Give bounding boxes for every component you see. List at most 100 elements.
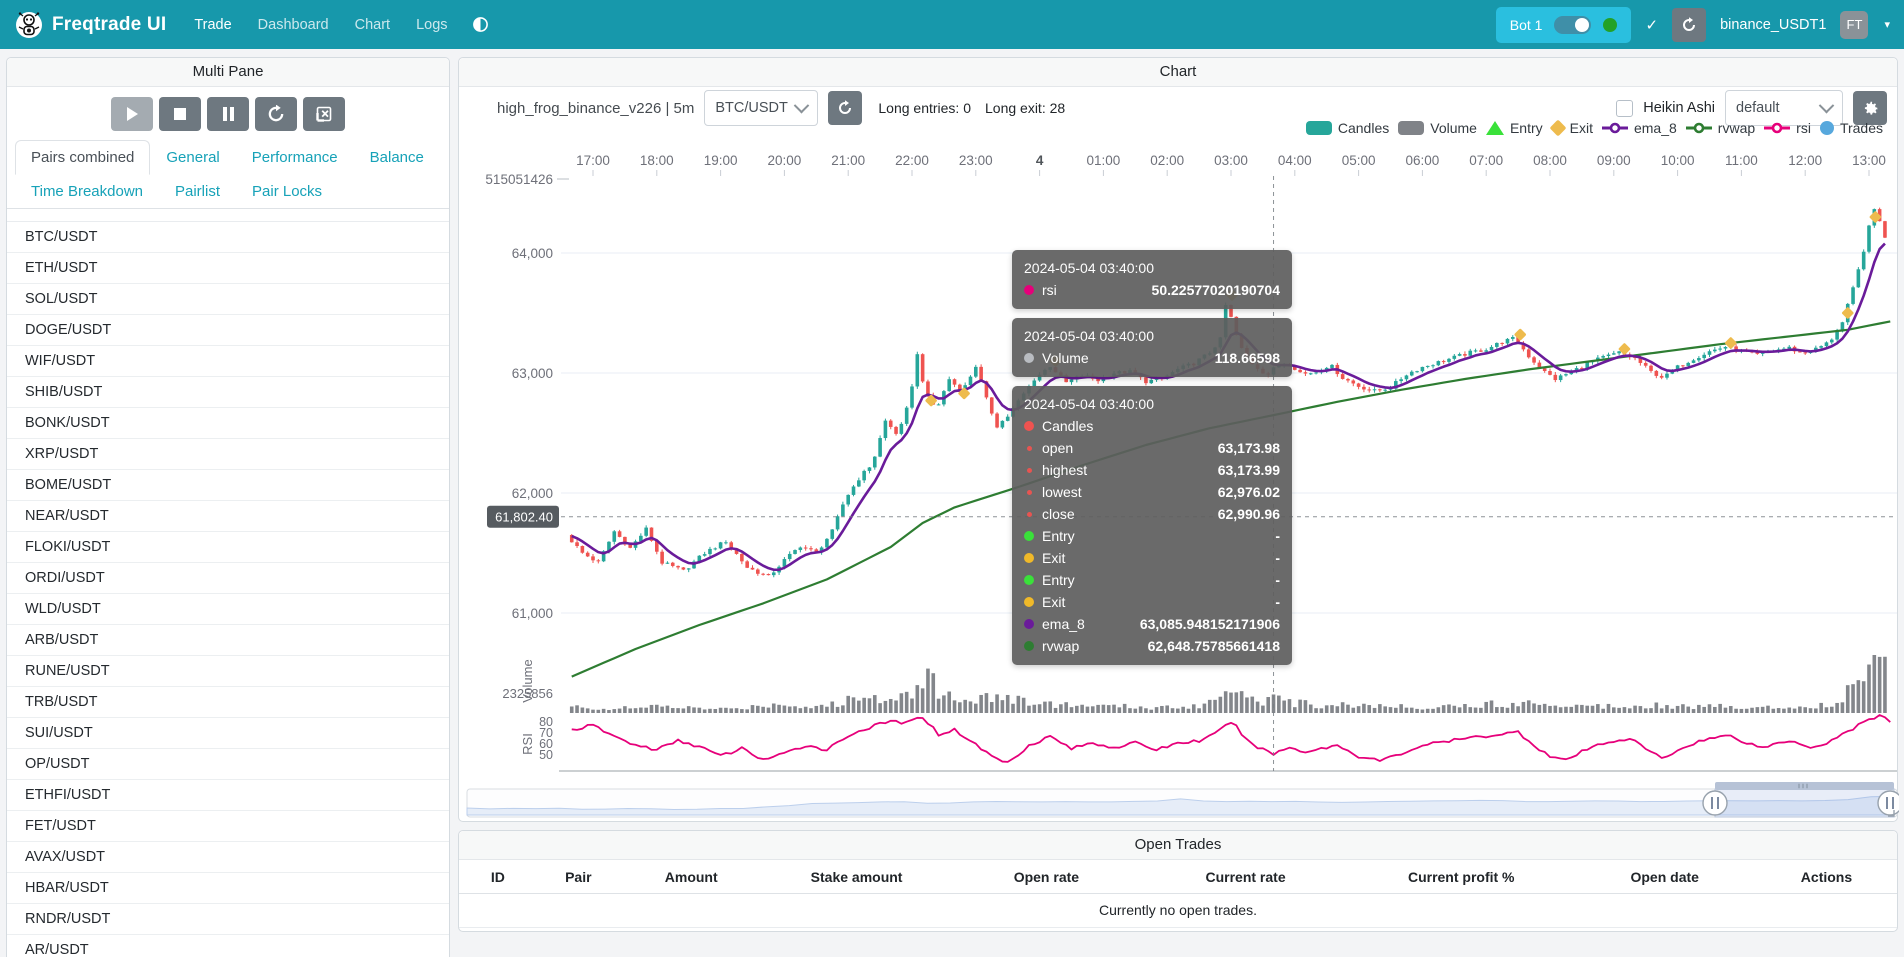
- tab-performance[interactable]: Performance: [236, 140, 354, 175]
- bot-toggle[interactable]: [1554, 16, 1591, 34]
- avatar-caret-icon[interactable]: ▾: [1884, 18, 1890, 31]
- plot-config-value: default: [1736, 100, 1780, 116]
- long-entries-count: Long entries: 0: [878, 100, 971, 116]
- pause-button[interactable]: [207, 97, 249, 131]
- pair-row-bome-usdt[interactable]: BOME/USDT: [7, 470, 449, 501]
- legend-item-candles[interactable]: Candles: [1306, 120, 1389, 136]
- nav-link-trade[interactable]: Trade: [194, 17, 231, 33]
- pair-row-near-usdt[interactable]: NEAR/USDT: [7, 501, 449, 532]
- legend-item-entry[interactable]: Entry: [1486, 120, 1543, 136]
- legend-item-volume[interactable]: Volume: [1398, 120, 1477, 136]
- freqtrade-robot-logo-icon: [14, 10, 44, 40]
- pair-row-shib-usdt[interactable]: SHIB/USDT: [7, 377, 449, 408]
- open-trades-title: Open Trades: [459, 831, 1897, 860]
- chart-panel-title: Chart: [459, 58, 1897, 87]
- play-button[interactable]: [111, 97, 153, 131]
- nav-link-logs[interactable]: Logs: [416, 17, 447, 33]
- svg-text:Volume: Volume: [520, 659, 535, 702]
- datazoom-left-handle[interactable]: [1703, 791, 1727, 815]
- pair-row-rune-usdt[interactable]: RUNE/USDT: [7, 656, 449, 687]
- legend-item-exit[interactable]: Exit: [1552, 120, 1593, 136]
- multi-pane-panel: Multi Pane Pairs combinedGeneralPerforma…: [6, 57, 450, 957]
- svg-text:04:00: 04:00: [1278, 153, 1312, 168]
- tab-time-breakdown[interactable]: Time Breakdown: [15, 174, 159, 209]
- pair-row-bonk-usdt[interactable]: BONK/USDT: [7, 408, 449, 439]
- pair-row-ethfi-usdt[interactable]: ETHFI/USDT: [7, 780, 449, 811]
- datazoom-right-handle[interactable]: [1878, 791, 1899, 815]
- svg-text:08:00: 08:00: [1533, 153, 1567, 168]
- chart-canvas[interactable]: 51505142664,00063,00062,00061,0002325856…: [459, 146, 1899, 823]
- pair-row-xrp-usdt[interactable]: XRP/USDT: [7, 439, 449, 470]
- pair-row-op-usdt[interactable]: OP/USDT: [7, 749, 449, 780]
- chevron-down-icon: [1819, 97, 1835, 113]
- bot-refresh-button[interactable]: [1672, 8, 1706, 42]
- pair-row-wif-usdt[interactable]: WIF/USDT: [7, 346, 449, 377]
- pair-row-ordi-usdt[interactable]: ORDI/USDT: [7, 563, 449, 594]
- column-header-open-date: Open date: [1573, 860, 1756, 893]
- brand[interactable]: Freqtrade UI: [14, 10, 166, 40]
- svg-text:12:00: 12:00: [1788, 153, 1822, 168]
- chart-panel: Chart high_frog_binance_v226 | 5m BTC/US…: [458, 57, 1898, 822]
- svg-text:01:00: 01:00: [1087, 153, 1121, 168]
- bot-label: Bot 1: [1510, 17, 1543, 33]
- reload-button[interactable]: [255, 97, 297, 131]
- pair-row-floki-usdt[interactable]: FLOKI/USDT: [7, 532, 449, 563]
- svg-text:63,000: 63,000: [512, 366, 553, 381]
- heikin-ashi-checkbox[interactable]: [1616, 100, 1633, 117]
- svg-text:4: 4: [1036, 153, 1044, 168]
- nav-link-dashboard[interactable]: Dashboard: [258, 17, 329, 33]
- stop-button[interactable]: [159, 97, 201, 131]
- legend-item-ema-8[interactable]: ema_8: [1602, 120, 1677, 136]
- bot-selector[interactable]: Bot 1: [1496, 7, 1632, 43]
- pair-row-trb-usdt[interactable]: TRB/USDT: [7, 687, 449, 718]
- pair-row-doge-usdt[interactable]: DOGE/USDT: [7, 315, 449, 346]
- pair-row-hbar-usdt[interactable]: HBAR/USDT: [7, 873, 449, 904]
- avatar[interactable]: FT: [1840, 11, 1868, 39]
- tab-pair-locks[interactable]: Pair Locks: [236, 174, 338, 209]
- strategy-timeframe-label: high_frog_binance_v226 | 5m: [497, 100, 694, 117]
- tab-balance[interactable]: Balance: [354, 140, 440, 175]
- svg-text:515051426: 515051426: [485, 172, 553, 187]
- chart-refresh-button[interactable]: [828, 91, 862, 125]
- forget-chart-icon: [315, 105, 333, 123]
- pair-row-fet-usdt[interactable]: FET/USDT: [7, 811, 449, 842]
- svg-text:23:00: 23:00: [959, 153, 993, 168]
- legend-item-rvwap[interactable]: rvwap: [1686, 120, 1755, 136]
- svg-text:05:00: 05:00: [1342, 153, 1376, 168]
- forget-chart-button[interactable]: [303, 97, 345, 131]
- pair-row-wld-usdt[interactable]: WLD/USDT: [7, 594, 449, 625]
- pair-row-eth-usdt[interactable]: ETH/USDT: [7, 253, 449, 284]
- theme-toggle-icon[interactable]: [472, 16, 489, 33]
- tab-pairlist[interactable]: Pairlist: [159, 174, 236, 209]
- pair-row-avax-usdt[interactable]: AVAX/USDT: [7, 842, 449, 873]
- pair-row-ar-usdt[interactable]: AR/USDT: [7, 935, 449, 957]
- tab-pairs-combined[interactable]: Pairs combined: [15, 140, 150, 175]
- bot-online-dot: [1603, 18, 1617, 32]
- svg-text:64,000: 64,000: [512, 246, 553, 261]
- open-trades-header-row: IDPairAmountStake amountOpen rateCurrent…: [459, 860, 1897, 894]
- legend-item-trades[interactable]: Trades: [1820, 120, 1883, 136]
- pause-icon: [223, 107, 234, 121]
- rvwap-legend-icon: [1686, 121, 1712, 135]
- column-header-amount: Amount: [620, 860, 762, 893]
- svg-text:RSI: RSI: [520, 733, 535, 755]
- pair-select-value: BTC/USDT: [715, 100, 788, 116]
- pair-row-sol-usdt[interactable]: SOL/USDT: [7, 284, 449, 315]
- svg-text:22:00: 22:00: [895, 153, 929, 168]
- pair-row-btc-usdt[interactable]: BTC/USDT: [7, 222, 449, 253]
- svg-text:02:00: 02:00: [1150, 153, 1184, 168]
- pair-row-rndr-usdt[interactable]: RNDR/USDT: [7, 904, 449, 935]
- volume-legend-icon: [1398, 121, 1424, 135]
- nav-link-chart[interactable]: Chart: [355, 17, 390, 33]
- pair-select[interactable]: BTC/USDT: [704, 90, 818, 126]
- svg-text:03:00: 03:00: [1214, 153, 1248, 168]
- legend-item-rsi[interactable]: rsi: [1764, 120, 1811, 136]
- column-header-actions: Actions: [1756, 860, 1897, 893]
- pair-row-arb-usdt[interactable]: ARB/USDT: [7, 625, 449, 656]
- exit-legend-icon: [1549, 120, 1566, 137]
- tab-general[interactable]: General: [150, 140, 235, 175]
- heikin-ashi-label: Heikin Ashi: [1643, 100, 1715, 116]
- legend-label: ema_8: [1634, 120, 1677, 136]
- pair-row-sui-usdt[interactable]: SUI/USDT: [7, 718, 449, 749]
- datazoom-move-handle[interactable]: [1715, 782, 1894, 790]
